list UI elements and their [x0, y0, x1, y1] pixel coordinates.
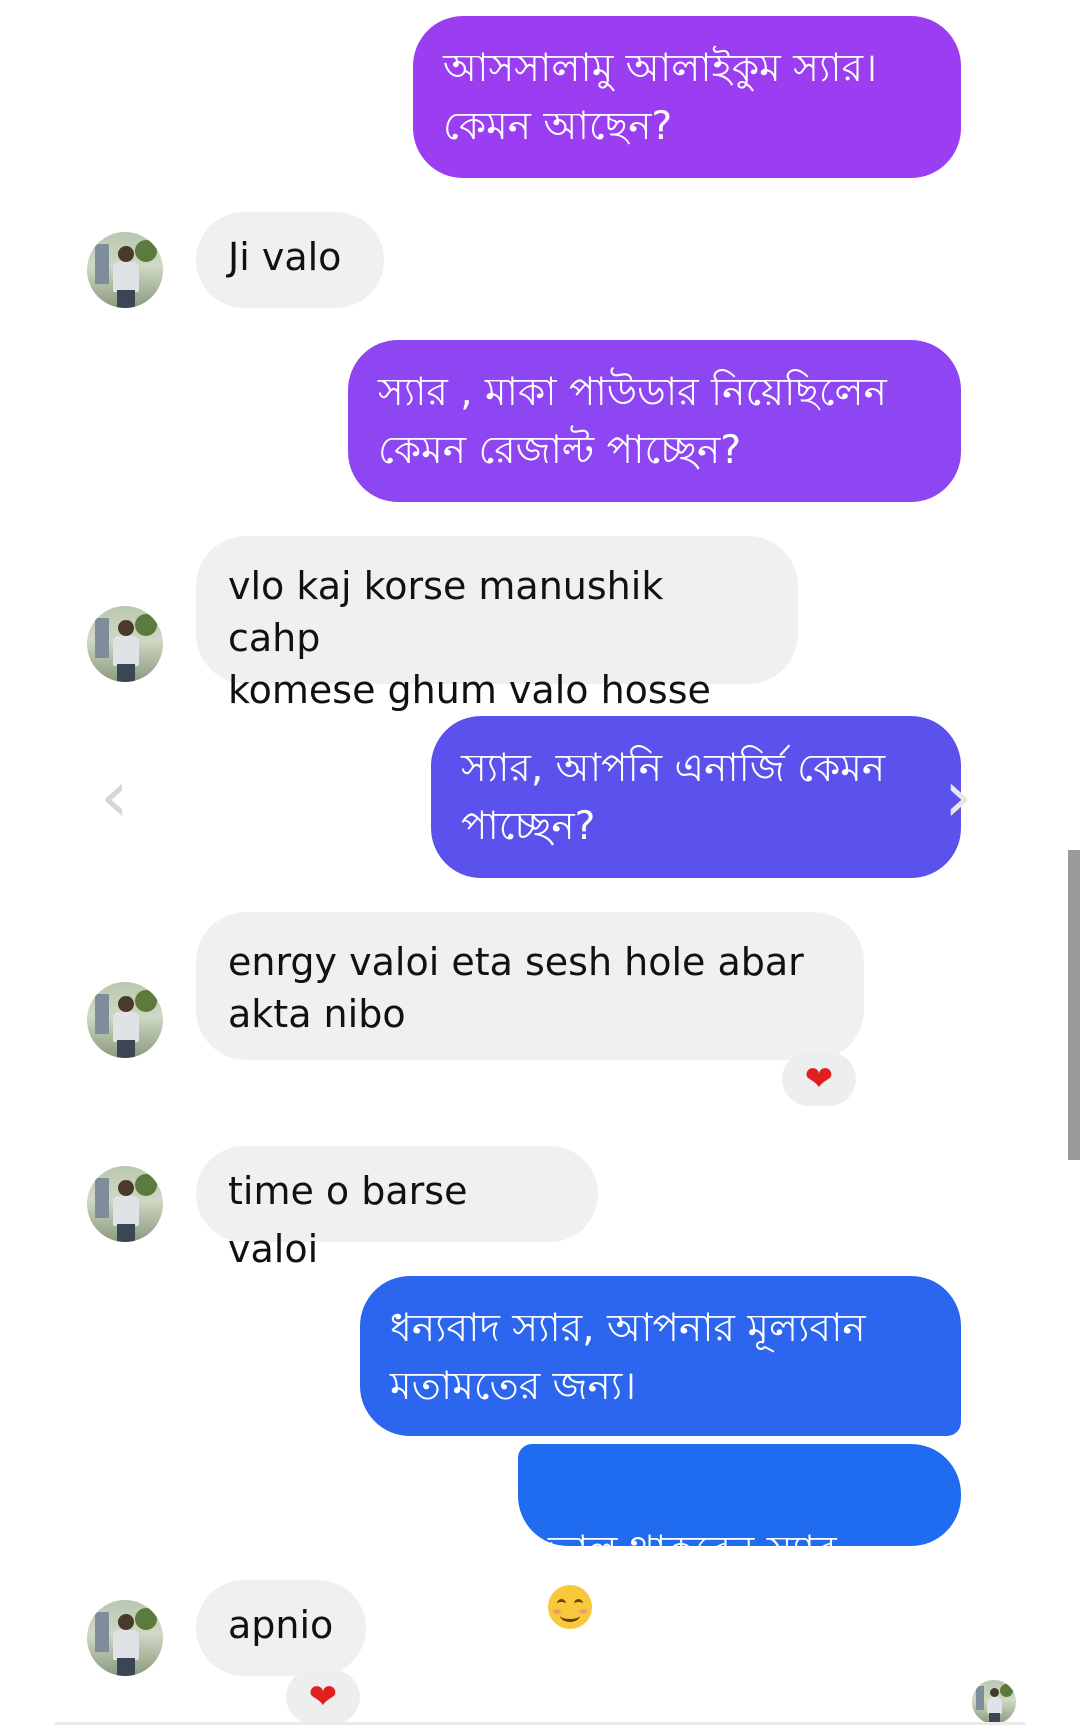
- outgoing-message[interactable]: স্যার, আপনি এনার্জি কেমন পাচ্ছেন?: [431, 716, 961, 878]
- divider: [55, 1722, 1025, 1725]
- contact-avatar[interactable]: [87, 1166, 163, 1242]
- incoming-message[interactable]: enrgy valoi eta sesh hole abar akta nibo: [196, 912, 864, 1060]
- heart-reaction-icon[interactable]: ❤: [286, 1670, 360, 1724]
- incoming-message[interactable]: vlo kaj korse manushik cahp komese ghum …: [196, 536, 798, 712]
- incoming-message[interactable]: apnio: [196, 1580, 366, 1676]
- contact-avatar[interactable]: [87, 606, 163, 682]
- smiling-face-icon: [548, 1585, 592, 1629]
- message-text: ভাল থাকবেন স্যার: [548, 1528, 837, 1573]
- chevron-left-icon[interactable]: ‹: [100, 760, 129, 832]
- incoming-message[interactable]: Ji valo: [196, 212, 384, 308]
- seen-receipt-avatar: [972, 1680, 1016, 1724]
- contact-avatar[interactable]: [87, 1600, 163, 1676]
- contact-avatar[interactable]: [87, 982, 163, 1058]
- scrollbar[interactable]: [1068, 850, 1080, 1160]
- outgoing-message[interactable]: ধন্যবাদ স্যার, আপনার মূল্যবান মতামতের জন…: [360, 1276, 961, 1436]
- outgoing-message[interactable]: আসসালামু আলাইকুম স্যার। কেমন আছেন?: [413, 16, 961, 178]
- outgoing-message[interactable]: স্যার , মাকা পাউডার নিয়েছিলেন কেমন রেজা…: [348, 340, 961, 502]
- heart-reaction-icon[interactable]: ❤: [782, 1052, 856, 1106]
- incoming-message[interactable]: time o barse valoi: [196, 1146, 598, 1271]
- contact-avatar[interactable]: [87, 232, 163, 308]
- outgoing-message[interactable]: ভাল থাকবেন স্যার: [518, 1444, 961, 1629]
- chevron-right-icon[interactable]: ›: [944, 760, 973, 832]
- chat-thread: আসসালামু আলাইকুম স্যার। কেমন আছেন? Ji va…: [0, 0, 1080, 1735]
